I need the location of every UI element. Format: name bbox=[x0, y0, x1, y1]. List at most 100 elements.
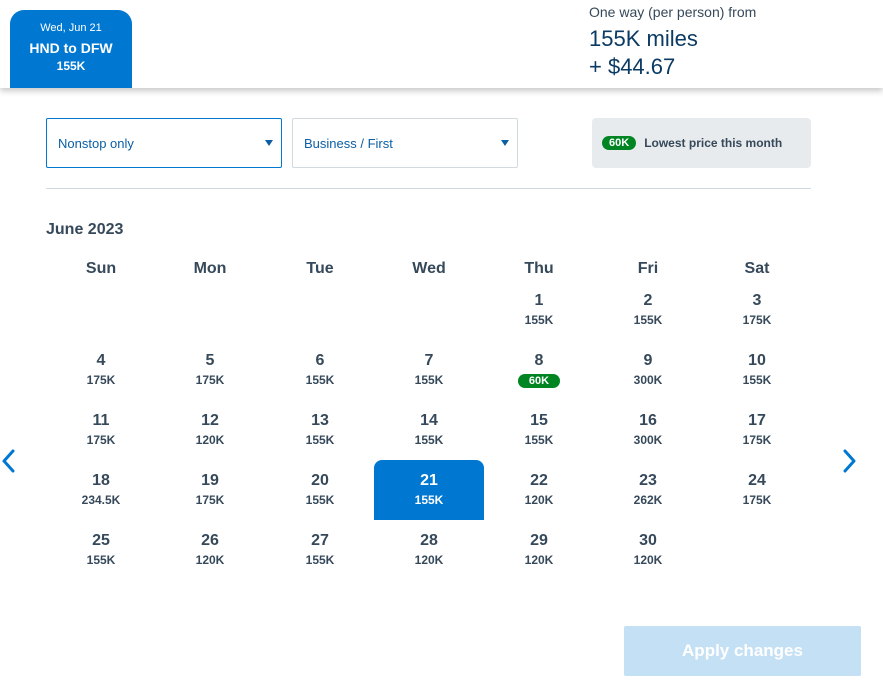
day-number: 17 bbox=[748, 412, 766, 429]
calendar-day[interactable]: 18 234.5K bbox=[46, 460, 156, 520]
day-price: 175K bbox=[742, 313, 772, 327]
day-price: 155K bbox=[305, 433, 335, 447]
weekday-label: Wed bbox=[412, 260, 446, 277]
calendar-grid: 1 155K 2 155K 3 175K 4 175K 5 175K 6 155K 7 155K 8 60K 9… bbox=[46, 292, 812, 598]
day-price-wrap: 175K bbox=[155, 373, 265, 388]
day-price-wrap: 155K bbox=[374, 493, 484, 508]
day-price: 155K bbox=[414, 493, 444, 507]
stops-select[interactable]: Nonstop only bbox=[46, 118, 282, 168]
day-number: 27 bbox=[311, 532, 329, 549]
selected-flight-tab[interactable]: Wed, Jun 21 HND to DFW 155K bbox=[10, 10, 132, 88]
day-price: 155K bbox=[305, 493, 335, 507]
day-price-wrap: 155K bbox=[374, 373, 484, 388]
calendar-day[interactable]: 11 175K bbox=[46, 400, 156, 460]
divider bbox=[46, 188, 811, 189]
day-price-wrap: 234.5K bbox=[46, 493, 156, 508]
day-price: 120K bbox=[195, 433, 225, 447]
calendar-day[interactable]: 7 155K bbox=[374, 340, 484, 400]
apply-changes-button[interactable]: Apply changes bbox=[624, 626, 861, 676]
day-price-wrap: 175K bbox=[702, 433, 812, 448]
calendar-day[interactable]: 9 300K bbox=[593, 340, 703, 400]
day-price-wrap: 175K bbox=[702, 313, 812, 328]
chevron-right-icon bbox=[843, 449, 856, 473]
calendar-day[interactable]: 16 300K bbox=[593, 400, 703, 460]
calendar-day[interactable]: 20 155K bbox=[265, 460, 375, 520]
calendar-day[interactable]: 25 155K bbox=[46, 520, 156, 580]
day-number: 26 bbox=[201, 532, 219, 549]
calendar-day[interactable]: 2 155K bbox=[593, 280, 703, 340]
lowest-price-badge: 60K bbox=[602, 136, 637, 150]
day-price-wrap: 300K bbox=[593, 373, 703, 388]
day-number: 30 bbox=[639, 532, 657, 549]
day-price: 120K bbox=[195, 553, 225, 567]
day-price-wrap: 120K bbox=[593, 553, 703, 568]
calendar-day[interactable]: 27 155K bbox=[265, 520, 375, 580]
calendar-day[interactable]: 5 175K bbox=[155, 340, 265, 400]
day-number: 19 bbox=[201, 472, 219, 489]
cabin-select[interactable]: Business / First bbox=[292, 118, 518, 168]
calendar-day[interactable]: 8 60K bbox=[484, 340, 594, 400]
day-number: 5 bbox=[205, 352, 215, 369]
day-price-wrap: 155K bbox=[46, 553, 156, 568]
calendar-day[interactable]: 22 120K bbox=[484, 460, 594, 520]
calendar-day[interactable]: 13 155K bbox=[265, 400, 375, 460]
price-cash: + $44.67 bbox=[589, 54, 676, 79]
next-month-button[interactable] bbox=[837, 448, 861, 474]
calendar-day[interactable]: 4 175K bbox=[46, 340, 156, 400]
day-price-wrap: 155K bbox=[265, 373, 375, 388]
calendar-day[interactable]: 3 175K bbox=[702, 280, 812, 340]
day-price: 155K bbox=[305, 373, 335, 387]
calendar-day[interactable]: 23 262K bbox=[593, 460, 703, 520]
day-price: 300K bbox=[633, 373, 663, 387]
calendar-day[interactable]: 17 175K bbox=[702, 400, 812, 460]
calendar-day[interactable]: 21 155K bbox=[374, 460, 484, 520]
day-price: 175K bbox=[742, 433, 772, 447]
calendar-day[interactable]: 28 120K bbox=[374, 520, 484, 580]
day-price: 234.5K bbox=[81, 493, 121, 507]
calendar-day[interactable]: 26 120K bbox=[155, 520, 265, 580]
day-price: 175K bbox=[742, 493, 772, 507]
stops-select-value: Nonstop only bbox=[58, 135, 134, 151]
calendar-day[interactable]: 30 120K bbox=[593, 520, 703, 580]
day-price: 155K bbox=[305, 553, 335, 567]
day-price-wrap: 120K bbox=[484, 493, 594, 508]
day-price-wrap: 175K bbox=[46, 433, 156, 448]
lowest-price-legend: 60K Lowest price this month bbox=[592, 118, 811, 168]
calendar-day[interactable]: 15 155K bbox=[484, 400, 594, 460]
day-price-wrap: 155K bbox=[265, 493, 375, 508]
calendar-day[interactable]: 1 155K bbox=[484, 280, 594, 340]
calendar-day[interactable]: 19 175K bbox=[155, 460, 265, 520]
day-number: 11 bbox=[92, 412, 110, 429]
day-number: 3 bbox=[752, 292, 762, 309]
flight-route: HND to DFW bbox=[29, 40, 113, 56]
day-number: 16 bbox=[639, 412, 657, 429]
calendar-day[interactable]: 12 120K bbox=[155, 400, 265, 460]
day-price-wrap: 120K bbox=[374, 553, 484, 568]
chevron-left-icon bbox=[2, 449, 15, 473]
weekday-header: Sun Mon Tue Wed Thu Fri Sat bbox=[46, 260, 812, 280]
day-number: 23 bbox=[639, 472, 657, 489]
day-price-wrap: 155K bbox=[265, 433, 375, 448]
day-price-wrap: 155K bbox=[265, 553, 375, 568]
day-price-wrap: 155K bbox=[484, 433, 594, 448]
calendar-day[interactable]: 10 155K bbox=[702, 340, 812, 400]
price-summary: One way (per person) from 155K miles + $… bbox=[589, 4, 756, 80]
weekday-label: Sun bbox=[85, 260, 117, 277]
day-number: 22 bbox=[530, 472, 548, 489]
day-price: 300K bbox=[633, 433, 663, 447]
calendar-day[interactable]: 14 155K bbox=[374, 400, 484, 460]
calendar-day[interactable]: 6 155K bbox=[265, 340, 375, 400]
weekday-label: Tue bbox=[306, 260, 334, 277]
previous-month-button[interactable] bbox=[0, 448, 21, 474]
day-number: 18 bbox=[92, 472, 110, 489]
calendar-day[interactable]: 29 120K bbox=[484, 520, 594, 580]
day-price-wrap: 155K bbox=[702, 373, 812, 388]
day-price: 262K bbox=[633, 493, 663, 507]
calendar-day[interactable]: 24 175K bbox=[702, 460, 812, 520]
day-price: 155K bbox=[524, 313, 554, 327]
day-price: 155K bbox=[414, 373, 444, 387]
day-price-wrap: 175K bbox=[702, 493, 812, 508]
day-price-wrap: 155K bbox=[374, 433, 484, 448]
day-price: 120K bbox=[633, 553, 663, 567]
price-summary-label: One way (per person) from bbox=[589, 4, 757, 20]
